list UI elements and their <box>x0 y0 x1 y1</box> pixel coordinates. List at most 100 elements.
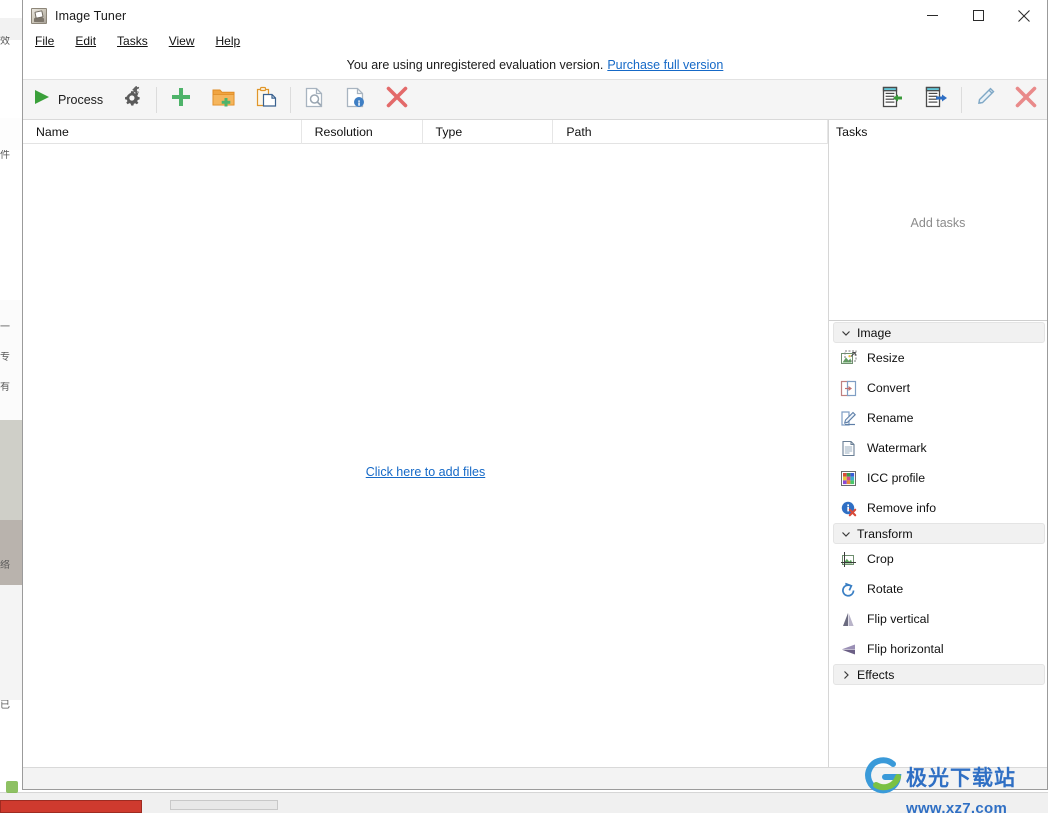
evaluation-message: You are using unregistered evaluation ve… <box>347 58 604 72</box>
task-item-icc-profile-label: ICC profile <box>867 471 925 485</box>
bg-text-fragment: 效 <box>0 36 16 47</box>
bg-text-fragment: 一 <box>0 322 16 333</box>
bg-text-fragment: 已 <box>0 700 16 711</box>
task-item-crop[interactable]: Crop <box>829 544 1047 574</box>
minimize-icon[interactable] <box>909 0 955 31</box>
flip-vertical-icon <box>840 611 857 628</box>
chevron-right-icon <box>841 670 851 680</box>
file-info-button[interactable] <box>335 82 376 118</box>
window-controls <box>909 0 1047 31</box>
menu-file[interactable]: File <box>33 33 62 49</box>
toolbar-separator-2 <box>290 87 291 113</box>
resize-image-icon <box>840 350 857 367</box>
main-body: Name Resolution Type Path Click here to … <box>23 120 1047 767</box>
file-info-icon <box>344 86 367 114</box>
menu-help[interactable]: Help <box>214 33 249 49</box>
column-header-resolution[interactable]: Resolution <box>302 120 423 144</box>
task-item-flip-vertical-label: Flip vertical <box>867 612 929 626</box>
play-icon <box>31 87 51 112</box>
delete-task-button[interactable] <box>1005 82 1047 118</box>
window-title: Image Tuner <box>55 9 126 23</box>
close-icon[interactable] <box>1001 0 1047 31</box>
rename-pencil-icon <box>840 410 857 427</box>
remove-file-button[interactable] <box>376 82 418 118</box>
crop-icon <box>840 551 857 568</box>
icc-color-grid-icon <box>840 470 857 487</box>
import-list-button[interactable] <box>870 82 914 118</box>
taskbar-gray-item[interactable] <box>170 800 278 810</box>
task-item-rotate[interactable]: Rotate <box>829 574 1047 604</box>
paste-icon <box>254 85 278 114</box>
tasks-dropzone[interactable]: Add tasks <box>829 144 1047 321</box>
task-item-flip-horizontal[interactable]: Flip horizontal <box>829 634 1047 664</box>
task-group-image-label: Image <box>857 326 891 340</box>
task-item-crop-label: Crop <box>867 552 894 566</box>
delete-red-x-icon <box>1014 85 1038 114</box>
main-toolbar: Process <box>23 79 1047 120</box>
task-item-watermark-label: Watermark <box>867 441 927 455</box>
click-here-to-add-files-link[interactable]: Click here to add files <box>23 465 828 479</box>
edit-task-button[interactable] <box>965 82 1005 118</box>
column-header-type[interactable]: Type <box>423 120 554 144</box>
add-files-button[interactable] <box>160 82 202 118</box>
process-button[interactable]: Process <box>23 82 111 118</box>
export-list-icon <box>923 85 949 114</box>
menu-bar: File Edit Tasks View Help <box>23 31 1047 51</box>
paste-button[interactable] <box>245 82 287 118</box>
task-item-rename[interactable]: Rename <box>829 403 1047 433</box>
title-bar[interactable]: Image Tuner <box>23 0 1047 31</box>
task-group-image[interactable]: Image <box>833 322 1045 343</box>
menu-edit[interactable]: Edit <box>73 33 104 49</box>
preview-button[interactable] <box>294 82 335 118</box>
add-tasks-placeholder: Add tasks <box>829 216 1047 230</box>
maximize-icon[interactable] <box>955 0 1001 31</box>
tasks-panel-title: Tasks <box>829 120 1047 144</box>
convert-format-icon <box>840 380 857 397</box>
menu-view[interactable]: View <box>167 33 203 49</box>
plus-icon <box>169 85 193 114</box>
task-catalog: Image Resize <box>829 321 1047 767</box>
export-list-button[interactable] <box>914 82 958 118</box>
task-group-effects[interactable]: Effects <box>833 664 1045 685</box>
toolbar-separator-1 <box>156 87 157 113</box>
task-item-convert-label: Convert <box>867 381 910 395</box>
bg-text-fragment: 件 <box>0 150 16 161</box>
add-folder-button[interactable] <box>202 82 245 118</box>
menu-view-label: View <box>169 34 195 48</box>
task-item-convert[interactable]: Convert <box>829 373 1047 403</box>
settings-button[interactable] <box>111 82 153 118</box>
bg-text-fragment: 专 <box>0 352 16 363</box>
menu-tasks-label: Tasks <box>117 34 148 48</box>
camera-icon <box>31 8 47 24</box>
status-bar <box>23 767 1047 789</box>
task-item-icc-profile[interactable]: ICC profile <box>829 463 1047 493</box>
tray-icon[interactable] <box>6 781 18 793</box>
remove-red-x-icon <box>385 85 409 114</box>
file-list-pane: Name Resolution Type Path Click here to … <box>23 120 829 767</box>
file-list-header: Name Resolution Type Path <box>23 120 828 144</box>
file-list-body[interactable]: Click here to add files <box>23 144 828 767</box>
task-item-flip-vertical[interactable]: Flip vertical <box>829 604 1047 634</box>
background-window-strip <box>0 0 22 792</box>
flip-horizontal-icon <box>840 641 857 658</box>
import-list-icon <box>879 85 905 114</box>
task-item-watermark[interactable]: Watermark <box>829 433 1047 463</box>
task-item-remove-info[interactable]: Remove info <box>829 493 1047 523</box>
purchase-full-version-link[interactable]: Purchase full version <box>607 58 723 72</box>
task-group-transform[interactable]: Transform <box>833 523 1045 544</box>
task-item-rename-label: Rename <box>867 411 913 425</box>
task-item-resize[interactable]: Resize <box>829 343 1047 373</box>
watermark-document-icon <box>840 440 857 457</box>
column-header-path[interactable]: Path <box>553 120 828 144</box>
gear-icon <box>120 86 144 113</box>
column-header-name[interactable]: Name <box>23 120 302 144</box>
menu-tasks[interactable]: Tasks <box>115 33 156 49</box>
toolbar-separator-3 <box>961 87 962 113</box>
menu-file-label: File <box>35 34 54 48</box>
desktop-taskbar[interactable] <box>0 792 1048 813</box>
bg-text-fragment: 络 <box>0 560 16 571</box>
rotate-icon <box>840 581 857 598</box>
tasks-pane: Tasks Add tasks Image <box>829 120 1047 767</box>
process-button-label: Process <box>58 93 103 107</box>
taskbar-red-item[interactable] <box>0 800 142 813</box>
